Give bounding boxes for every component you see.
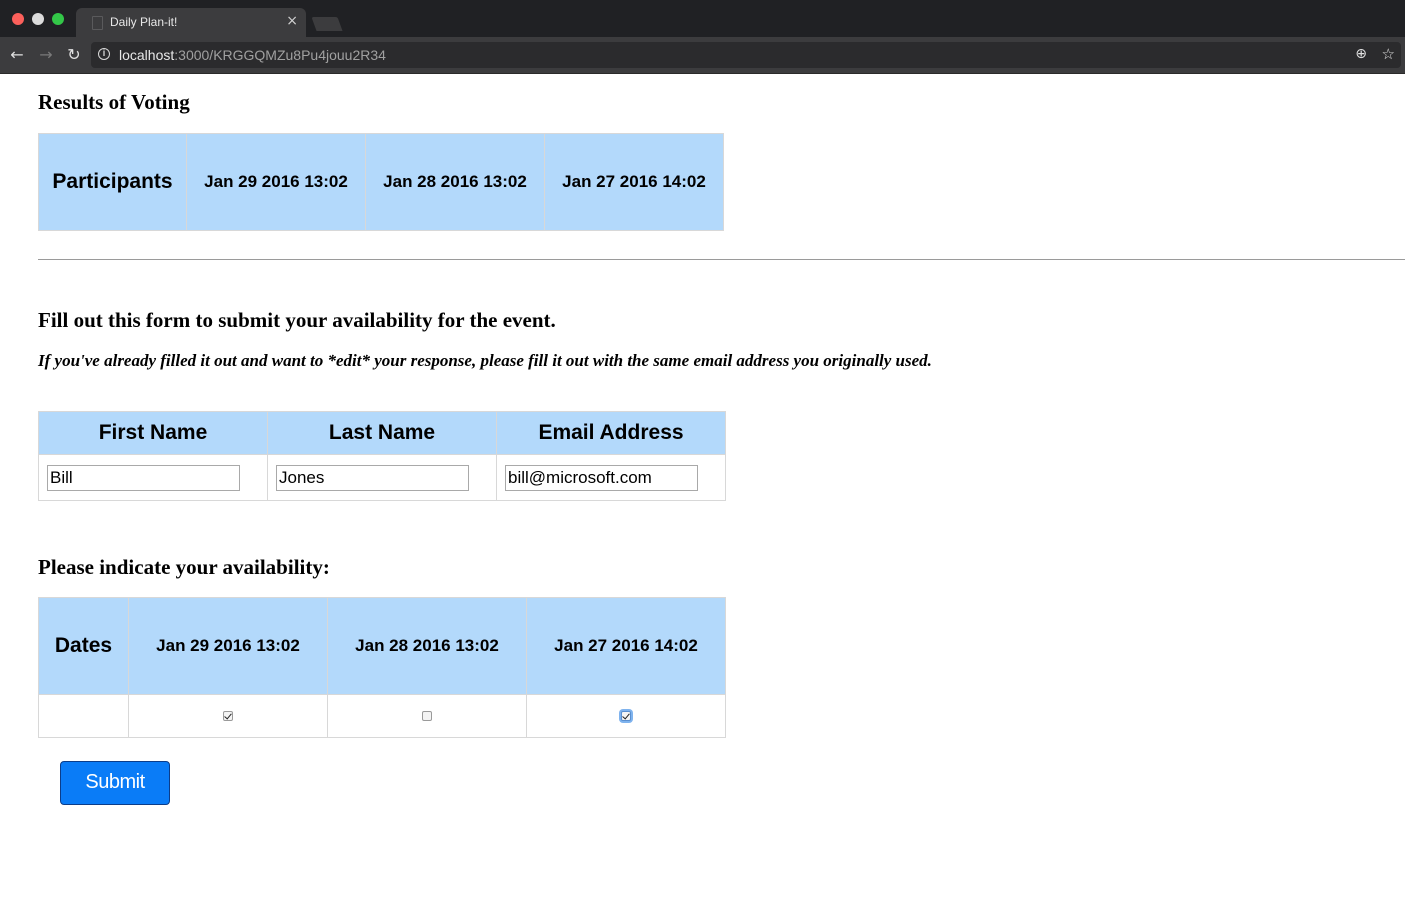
results-header-row: Participants Jan 29 2016 13:02 Jan 28 20…	[38, 133, 724, 231]
section-divider	[38, 259, 1405, 260]
contact-table: First Name Last Name Email Address	[38, 411, 726, 501]
availability-row-label-cell	[38, 694, 129, 738]
availability-checkbox-date-3[interactable]	[621, 710, 631, 721]
results-heading: Results of Voting	[38, 90, 190, 114]
form-heading: Fill out this form to submit your availa…	[38, 308, 556, 332]
avail-cell-date-1	[128, 694, 328, 738]
first-name-input[interactable]	[47, 464, 240, 491]
contact-header-row: First Name Last Name Email Address	[38, 411, 726, 455]
first-name-cell	[38, 454, 268, 501]
browser-toolbar: ← → ↻ i localhost:3000/KRGGQMZu8Pu4jouu2…	[0, 37, 1405, 74]
tab-title: Daily Plan-it!	[110, 15, 178, 29]
edit-note: If you've already filled it out and want…	[38, 351, 932, 370]
col-last-name: Last Name	[267, 411, 497, 455]
browser-tab[interactable]: Daily Plan-it! ×	[76, 8, 306, 37]
col-first-name: First Name	[38, 411, 268, 455]
tab-close-icon[interactable]: ×	[286, 13, 298, 29]
close-window-icon[interactable]	[12, 13, 24, 25]
new-tab-button[interactable]	[311, 17, 343, 31]
email-cell	[496, 454, 726, 501]
availability-header-row: Dates Jan 29 2016 13:02 Jan 28 2016 13:0…	[38, 597, 726, 695]
back-arrow-icon[interactable]: ←	[7, 45, 27, 65]
avail-col-date-1: Jan 29 2016 13:02	[128, 597, 328, 695]
avail-cell-date-2	[327, 694, 527, 738]
page-content: Results of Voting Participants Jan 29 20…	[0, 74, 1405, 900]
results-col-date-1: Jan 29 2016 13:02	[186, 133, 366, 231]
reload-icon[interactable]: ↻	[64, 45, 84, 65]
last-name-input[interactable]	[276, 464, 469, 491]
avail-col-date-2: Jan 28 2016 13:02	[327, 597, 527, 695]
avail-col-date-3: Jan 27 2016 14:02	[526, 597, 726, 695]
results-table: Participants Jan 29 2016 13:02 Jan 28 20…	[38, 133, 724, 231]
zoom-icon[interactable]: ⊕	[1355, 46, 1367, 62]
availability-checkbox-date-2[interactable]	[422, 710, 432, 721]
address-bar[interactable]: i localhost:3000/KRGGQMZu8Pu4jouu2R34 ⊕ …	[91, 42, 1401, 68]
url-text[interactable]: localhost:3000/KRGGQMZu8Pu4jouu2R34	[119, 47, 386, 63]
url-path: :3000/KRGGQMZu8Pu4jouu2R34	[174, 47, 386, 63]
minimize-window-icon[interactable]	[32, 13, 44, 25]
browser-titlebar: Daily Plan-it! ×	[0, 0, 1405, 37]
results-col-date-3: Jan 27 2016 14:02	[544, 133, 724, 231]
bookmark-star-icon[interactable]: ☆	[1382, 45, 1395, 63]
results-col-date-2: Jan 28 2016 13:02	[365, 133, 545, 231]
maximize-window-icon[interactable]	[52, 13, 64, 25]
availability-checkbox-date-1[interactable]	[223, 710, 233, 721]
forward-arrow-icon[interactable]: →	[36, 45, 56, 65]
page-favicon-icon	[92, 16, 103, 30]
email-input[interactable]	[505, 464, 698, 491]
avail-cell-date-3	[526, 694, 726, 738]
col-dates: Dates	[38, 597, 129, 695]
availability-checkbox-row	[38, 694, 726, 738]
last-name-cell	[267, 454, 497, 501]
availability-table: Dates Jan 29 2016 13:02 Jan 28 2016 13:0…	[38, 597, 726, 738]
availability-heading: Please indicate your availability:	[38, 555, 330, 579]
results-col-participants: Participants	[38, 133, 187, 231]
info-icon[interactable]: i	[98, 48, 110, 60]
col-email-address: Email Address	[496, 411, 726, 455]
url-host: localhost	[119, 47, 175, 63]
submit-button[interactable]: Submit	[60, 761, 170, 805]
contact-input-row	[38, 454, 726, 501]
